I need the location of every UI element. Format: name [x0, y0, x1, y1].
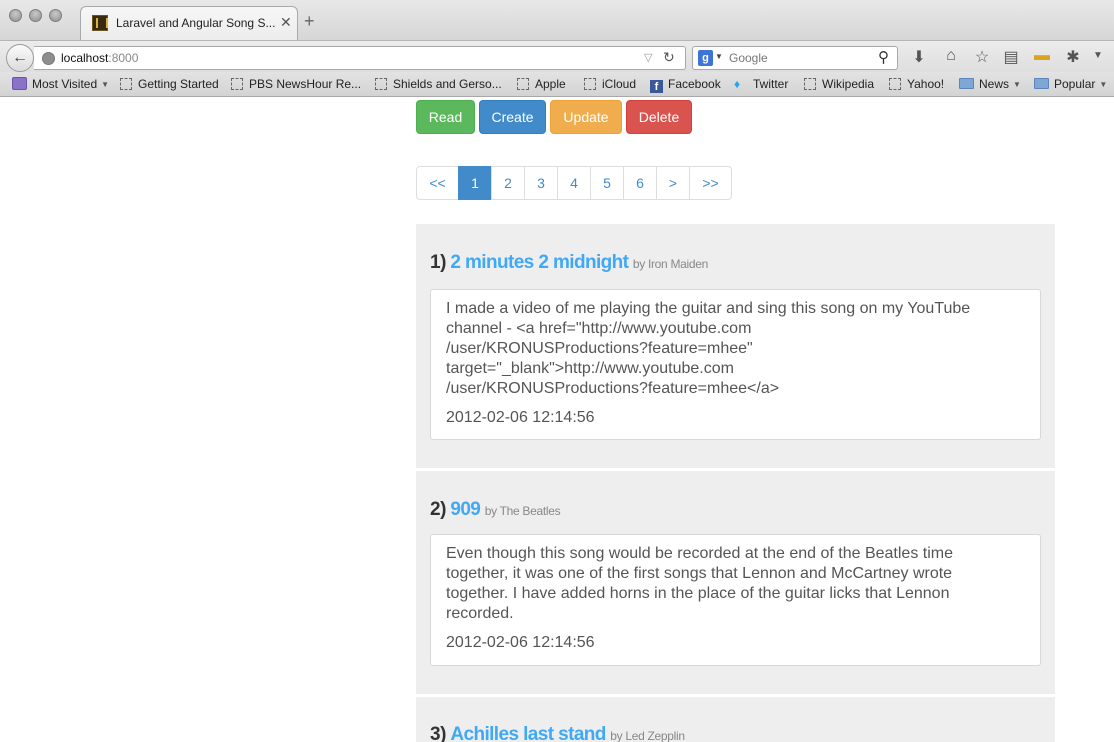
search-icon[interactable]: ⚲ — [878, 48, 889, 66]
page-viewport: Read Create Update Delete << 1 2 3 4 5 6… — [0, 98, 1114, 742]
url-text[interactable]: localhost:8000 — [61, 51, 138, 65]
globe-icon — [42, 52, 55, 65]
search-input[interactable]: Google — [729, 51, 768, 65]
bookmark-wikipedia[interactable]: Wikipedia — [804, 77, 874, 93]
bookmark-yahoo[interactable]: Yahoo! — [889, 77, 944, 93]
song-description: Even though this song would be recorded … — [446, 545, 953, 622]
song-heading: 3) Achilles last stand by Led Zepplin — [430, 724, 685, 742]
song-title-link[interactable]: 909 — [450, 499, 481, 520]
song-card: 3) Achilles last stand by Led Zepplin — [416, 697, 1055, 742]
pagination-page-3[interactable]: 3 — [524, 166, 558, 200]
chevron-down-icon: ▼ — [1013, 80, 1021, 89]
song-number: 1) — [430, 252, 446, 273]
page-icon — [120, 78, 132, 90]
tab-close-icon[interactable]: ✕ — [280, 14, 292, 31]
song-card: 2) 909 by The Beatles Even though this s… — [416, 471, 1055, 694]
window-zoom-icon[interactable] — [49, 9, 62, 22]
bookmark-folder-popular[interactable]: Popular ▼ — [1034, 77, 1107, 93]
most-visited-icon — [12, 77, 27, 90]
song-artist: by Led Zepplin — [610, 729, 685, 742]
pagination-page-2[interactable]: 2 — [491, 166, 525, 200]
downloads-icon[interactable]: ⬇ — [909, 47, 929, 67]
song-date: 2012-02-06 12:14:56 — [446, 409, 595, 426]
pagination-last[interactable]: >> — [689, 166, 732, 200]
new-tab-icon[interactable]: + — [304, 12, 315, 30]
delete-button[interactable]: Delete — [626, 100, 692, 134]
url-bar[interactable]: localhost:8000 ▽ ↻ — [34, 46, 686, 70]
pagination-page-4[interactable]: 4 — [557, 166, 591, 200]
page-icon — [889, 78, 901, 90]
folder-icon — [959, 78, 974, 89]
google-search-engine-icon[interactable]: g — [698, 50, 713, 66]
site-favicon-icon — [92, 15, 108, 31]
bookmark-star-icon[interactable]: ☆ — [972, 47, 992, 67]
url-history-dropdown-icon[interactable]: ▽ — [644, 51, 652, 64]
pagination: << 1 2 3 4 5 6 > >> — [416, 166, 732, 200]
window-close-icon[interactable] — [9, 9, 22, 22]
folder-icon — [1034, 78, 1049, 89]
browser-titlebar: Laravel and Angular Song S... ✕ + — [0, 0, 1114, 40]
bookmark-apple[interactable]: Apple — [517, 77, 566, 93]
song-artist: by Iron Maiden — [632, 257, 709, 271]
home-icon[interactable]: ⌂ — [941, 47, 961, 65]
song-title-link[interactable]: Achilles last stand — [450, 724, 606, 742]
window-minimize-icon[interactable] — [29, 9, 42, 22]
bookmark-getting-started[interactable]: Getting Started — [120, 77, 219, 93]
song-card: 1) 2 minutes 2 midnight by Iron Maiden I… — [416, 224, 1055, 468]
pagination-next[interactable]: > — [656, 166, 690, 200]
page-icon — [804, 78, 816, 90]
bookmark-pbs-newshour[interactable]: PBS NewsHour Re... — [231, 77, 361, 93]
song-date: 2012-02-06 12:14:56 — [446, 634, 595, 651]
page-icon — [517, 78, 529, 90]
bookmarks-toolbar: Most Visited ▼ Getting Started PBS NewsHo… — [0, 72, 1114, 97]
chevron-down-icon: ▼ — [1099, 80, 1108, 89]
pagination-first[interactable]: << — [416, 166, 459, 200]
song-number: 2) — [430, 499, 446, 520]
song-description: I made a video of me playing the guitar … — [446, 300, 971, 397]
page-icon — [375, 78, 387, 90]
facebook-icon: f — [650, 80, 663, 93]
browser-tab-active[interactable]: Laravel and Angular Song S... ✕ — [80, 6, 298, 40]
page-icon — [231, 78, 243, 90]
tab-title: Laravel and Angular Song S... — [116, 16, 276, 30]
firebug-icon[interactable]: ✱ — [1063, 47, 1083, 67]
song-artist: by The Beatles — [484, 504, 561, 518]
chevron-down-icon: ▼ — [101, 80, 110, 89]
search-engine-caret-icon[interactable]: ▼ — [715, 52, 723, 61]
pagination-page-6[interactable]: 6 — [623, 166, 657, 200]
song-details-box: Even though this song would be recorded … — [430, 534, 1041, 666]
bookmark-twitter[interactable]: ♦ Twitter — [734, 77, 788, 93]
twitter-icon: ♦ — [734, 77, 741, 91]
bookmark-most-visited[interactable]: Most Visited ▼ — [12, 77, 109, 93]
song-title-link[interactable]: 2 minutes 2 midnight — [450, 252, 629, 273]
song-number: 3) — [430, 724, 446, 742]
reload-icon[interactable]: ↻ — [663, 49, 675, 66]
song-heading: 2) 909 by The Beatles — [430, 499, 561, 521]
back-button[interactable]: ← — [6, 44, 34, 72]
bookmark-facebook[interactable]: f Facebook — [650, 77, 721, 93]
read-button[interactable]: Read — [416, 100, 475, 134]
page-icon — [584, 78, 596, 90]
bookmark-shields-gerson[interactable]: Shields and Gerso... — [375, 77, 502, 93]
pagination-page-5[interactable]: 5 — [590, 166, 624, 200]
song-heading: 1) 2 minutes 2 midnight by Iron Maiden — [430, 252, 708, 274]
bookmark-folder-news[interactable]: News ▼ — [959, 77, 1021, 93]
bookmark-icloud[interactable]: iCloud — [584, 77, 636, 93]
pagination-page-1[interactable]: 1 — [458, 166, 492, 200]
overflow-menu-icon[interactable]: ▼ — [1088, 50, 1108, 61]
song-details-box: I made a video of me playing the guitar … — [430, 289, 1041, 440]
search-bar[interactable]: g ▼ Google ⚲ — [692, 46, 898, 70]
update-button[interactable]: Update — [550, 100, 622, 134]
create-button[interactable]: Create — [479, 100, 546, 134]
bookmarks-menu-icon[interactable]: ▤ — [1001, 47, 1021, 67]
back-arrow-icon: ← — [12, 49, 28, 66]
addon-icon[interactable]: ▬ — [1032, 47, 1052, 65]
